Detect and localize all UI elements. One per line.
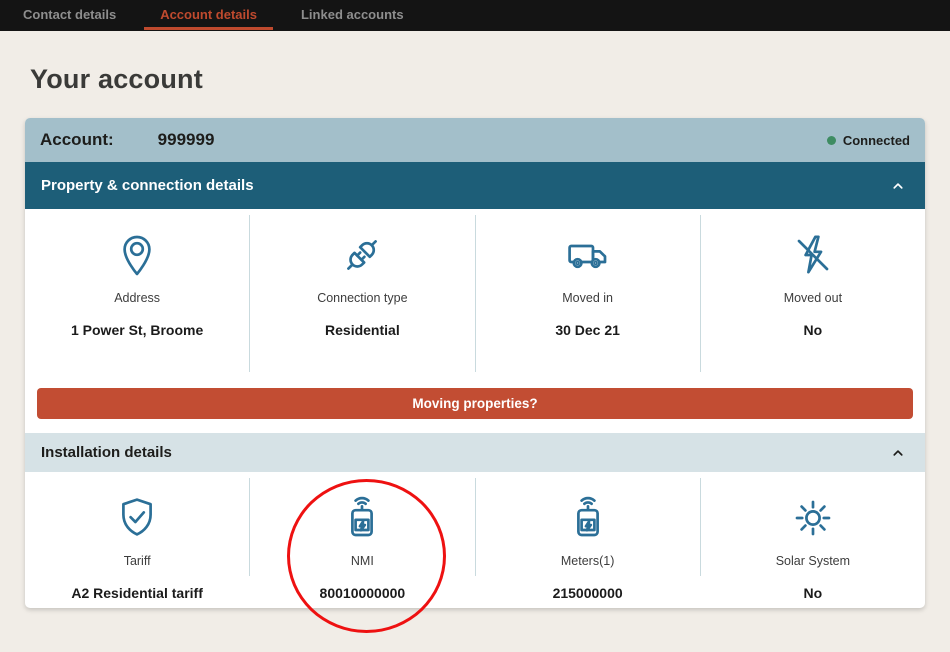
section-header-property-connection[interactable]: Property & connection details (25, 162, 925, 209)
shield-check-icon (113, 494, 161, 542)
detail-item-address: Address 1 Power St, Broome (25, 209, 249, 388)
detail-item-solar-system: Solar System No (701, 472, 925, 592)
account-number: 999999 (158, 130, 215, 150)
top-tab-bar: Contact details Account details Linked a… (0, 0, 950, 31)
detail-item-nmi: NMI 80010000000 (250, 472, 474, 592)
location-pin-icon (113, 231, 161, 279)
chevron-up-icon[interactable] (887, 442, 909, 464)
section-title: Property & connection details (41, 177, 254, 194)
section-title: Installation details (41, 444, 172, 461)
detail-label: Solar System (776, 554, 850, 568)
installation-details-row: Tariff A2 Residential tariff NMI 8001000… (25, 472, 925, 592)
tab-linked-accounts[interactable]: Linked accounts (301, 0, 404, 31)
detail-value: No (804, 585, 823, 601)
detail-value: No (804, 322, 823, 338)
tab-contact-details[interactable]: Contact details (23, 0, 116, 31)
detail-value: 1 Power St, Broome (71, 322, 203, 338)
tab-account-details[interactable]: Account details (160, 0, 257, 31)
property-details-row: Address 1 Power St, Broome Connection ty… (25, 209, 925, 388)
detail-value: A2 Residential tariff (71, 585, 202, 601)
smart-meter-icon (564, 494, 612, 542)
detail-value: 30 Dec 21 (555, 322, 620, 338)
sun-icon (789, 494, 837, 542)
detail-label: NMI (351, 554, 374, 568)
section-header-installation[interactable]: Installation details (25, 433, 925, 472)
detail-item-moved-out: Moved out No (701, 209, 925, 388)
account-bar: Account: 999999 Connected (25, 118, 925, 162)
detail-label: Tariff (124, 554, 151, 568)
detail-item-connection-type: Connection type Residential (250, 209, 474, 388)
truck-icon (564, 231, 612, 279)
detail-label: Address (114, 291, 160, 305)
account-label: Account: (40, 130, 114, 150)
account-card: Account: 999999 Connected Property & con… (25, 118, 925, 608)
no-power-icon (789, 231, 837, 279)
connection-status-badge: Connected (827, 133, 910, 148)
connection-status-text: Connected (843, 133, 910, 148)
detail-label: Moved in (562, 291, 613, 305)
connected-dot-icon (827, 136, 836, 145)
plug-connection-icon (338, 231, 386, 279)
detail-item-tariff: Tariff A2 Residential tariff (25, 472, 249, 592)
page-title: Your account (30, 64, 203, 95)
detail-label: Meters(1) (561, 554, 614, 568)
detail-label: Connection type (317, 291, 407, 305)
detail-value: Residential (325, 322, 400, 338)
detail-label: Moved out (784, 291, 842, 305)
detail-item-meters: Meters(1) 215000000 (476, 472, 700, 592)
detail-value: 80010000000 (320, 585, 406, 601)
moving-properties-button[interactable]: Moving properties? (37, 388, 913, 419)
smart-meter-icon (338, 494, 386, 542)
chevron-up-icon[interactable] (887, 175, 909, 197)
detail-value: 215000000 (553, 585, 623, 601)
detail-item-moved-in: Moved in 30 Dec 21 (476, 209, 700, 388)
